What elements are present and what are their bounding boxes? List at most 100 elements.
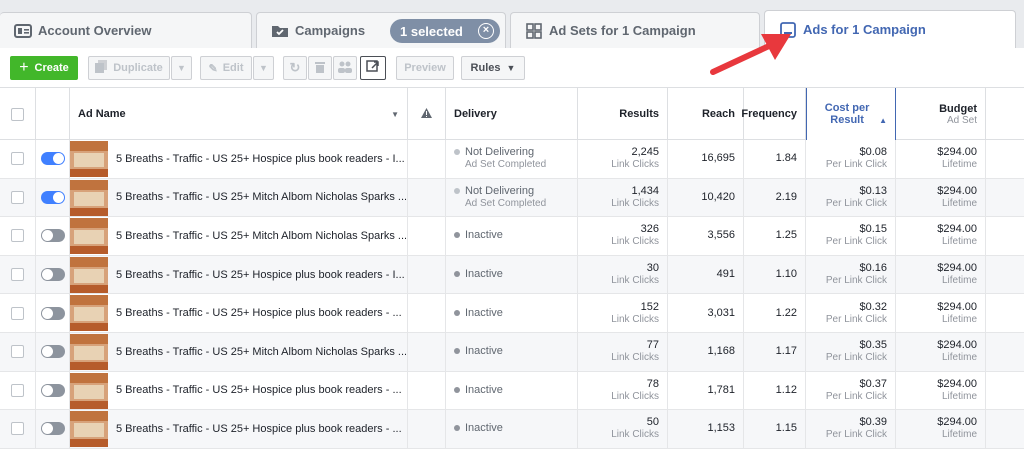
tab-account-overview[interactable]: Account Overview [0,12,252,48]
column-delivery[interactable]: Delivery [446,88,578,140]
pencil-icon: ✎ [208,62,218,75]
toggle-knob [52,153,64,165]
column-reach[interactable]: Reach [668,88,744,140]
toggle-header [36,88,70,140]
ad-name-link[interactable]: 5 Breaths - Traffic - US 25+ Hospice plu… [116,410,406,448]
ad-status-toggle[interactable] [40,152,65,166]
table-row[interactable]: 5 Breaths - Traffic - US 25+ Hospice plu… [0,410,1024,449]
column-budget[interactable]: Budget Ad Set [896,88,986,140]
cost-value: $0.39 [859,416,887,429]
duplicate-dropdown[interactable]: ▼ [171,56,192,80]
refresh-button[interactable]: ↻ [283,56,307,80]
cost-type: Per Link Click [825,429,887,441]
table-row[interactable]: 5 Breaths - Traffic - US 25+ Hospice plu… [0,294,1024,333]
selection-pill[interactable]: 1 selected × [390,19,500,43]
cost-cell: $0.15 Per Link Click [806,217,896,255]
warnings-cell [408,333,446,371]
ad-name-link[interactable]: 5 Breaths - Traffic - US 25+ Mitch Albom… [116,179,406,217]
table-row[interactable]: 5 Breaths - Traffic - US 25+ Mitch Albom… [0,333,1024,372]
chevron-down-icon[interactable]: ▼ [391,110,399,119]
ad-status-toggle[interactable] [40,383,65,397]
budget-value: $294.00 [937,223,977,236]
delivery-cell: Not Delivering Ad Set Completed [446,178,578,217]
budget-cell: $294.00 Lifetime [896,217,986,255]
frequency-value: 1.25 [775,229,797,242]
frequency-cell: 1.17 [744,333,806,371]
budget-type: Lifetime [941,313,977,325]
ab-test-button[interactable] [333,56,357,80]
delete-button[interactable] [308,56,332,80]
ad-status-toggle[interactable] [40,190,65,204]
row-checkbox[interactable] [11,229,24,243]
budget-type: Lifetime [941,352,977,364]
clear-selection-icon[interactable]: × [478,23,494,39]
row-checkbox[interactable] [11,345,24,359]
row-checkbox[interactable] [11,306,24,320]
selection-count: 1 selected [400,23,463,39]
cost-type: Per Link Click [825,313,887,325]
plus-icon: + [19,59,29,76]
ad-status-toggle[interactable] [40,268,65,282]
table-row[interactable]: 5 Breaths - Traffic - US 25+ Mitch Albom… [0,178,1024,218]
reach-value: 1,168 [707,345,735,358]
row-checkbox[interactable] [11,383,24,397]
ad-name-link[interactable]: 5 Breaths - Traffic - US 25+ Mitch Albom… [116,217,406,255]
table-row[interactable]: 5 Breaths - Traffic - US 25+ Hospice plu… [0,140,1024,179]
row-toggle-cell [36,333,70,371]
ad-name-link[interactable]: 5 Breaths - Traffic - US 25+ Hospice plu… [116,294,406,332]
ads-manager: Account Overview Campaigns 1 selected × … [0,0,1024,456]
table-row[interactable]: 5 Breaths - Traffic - US 25+ Mitch Albom… [0,217,1024,256]
table-row[interactable]: 5 Breaths - Traffic - US 25+ Hospice plu… [0,255,1024,295]
reach-value: 10,420 [701,190,735,203]
frequency-cell: 1.84 [744,140,806,178]
column-cost-per-result[interactable]: Cost per Result ▲ [806,88,896,140]
column-frequency[interactable]: Frequency [741,88,806,140]
create-button[interactable]: + Create [10,56,78,80]
chevron-down-icon: ▼ [259,63,268,73]
export-button[interactable] [360,56,386,80]
ad-status-toggle[interactable] [40,422,65,436]
delivery-status: Inactive [465,229,503,242]
row-toggle-cell [36,140,70,178]
column-results[interactable]: Results [578,88,668,140]
duplicate-button[interactable]: Duplicate [88,56,170,80]
column-warnings[interactable] [408,88,446,140]
delivery-cell: Inactive [446,255,578,294]
row-checkbox[interactable] [11,190,24,204]
column-label: Budget [939,102,977,115]
ads-table: Ad Name ▼ Delivery Results Reach Frequen… [0,88,1024,456]
duplicate-label: Duplicate [113,62,163,74]
folder-check-icon [271,22,289,40]
status-dot-icon [454,309,460,316]
results-type: Link Clicks [611,197,659,209]
select-all-checkbox[interactable] [11,107,24,121]
ad-status-toggle[interactable] [40,345,65,359]
status-dot-icon [454,232,460,239]
row-checkbox[interactable] [11,268,24,282]
preview-button[interactable]: Preview [396,56,454,80]
status-dot-icon [454,271,460,278]
ad-status-toggle[interactable] [40,229,65,243]
reach-cell: 3,556 [668,217,744,255]
create-label: Create [34,62,69,74]
ad-status-toggle[interactable] [40,306,65,320]
ad-name-link[interactable]: 5 Breaths - Traffic - US 25+ Hospice plu… [116,140,406,178]
rules-button[interactable]: Rules ▼ [461,56,525,80]
row-checkbox[interactable] [11,422,24,436]
ad-name-link[interactable]: 5 Breaths - Traffic - US 25+ Hospice plu… [116,372,406,410]
results-cell: 1,434 Link Clicks [578,178,668,217]
row-checkbox[interactable] [11,152,24,166]
ad-name-link[interactable]: 5 Breaths - Traffic - US 25+ Mitch Albom… [116,333,406,371]
frequency-cell: 1.12 [744,371,806,410]
toggle-knob [41,384,53,396]
tab-ads[interactable]: Ads for 1 Campaign [764,10,1016,48]
ad-name-link[interactable]: 5 Breaths - Traffic - US 25+ Hospice plu… [116,256,406,294]
budget-cell: $294.00 Lifetime [896,371,986,410]
edit-dropdown[interactable]: ▼ [253,56,274,80]
edit-button[interactable]: ✎ Edit [200,56,252,80]
column-ad-name[interactable]: Ad Name ▼ [70,88,408,140]
toggle-knob [52,191,64,203]
results-cell: 152 Link Clicks [578,294,668,332]
table-row[interactable]: 5 Breaths - Traffic - US 25+ Hospice plu… [0,371,1024,411]
frequency-cell: 1.15 [744,410,806,448]
